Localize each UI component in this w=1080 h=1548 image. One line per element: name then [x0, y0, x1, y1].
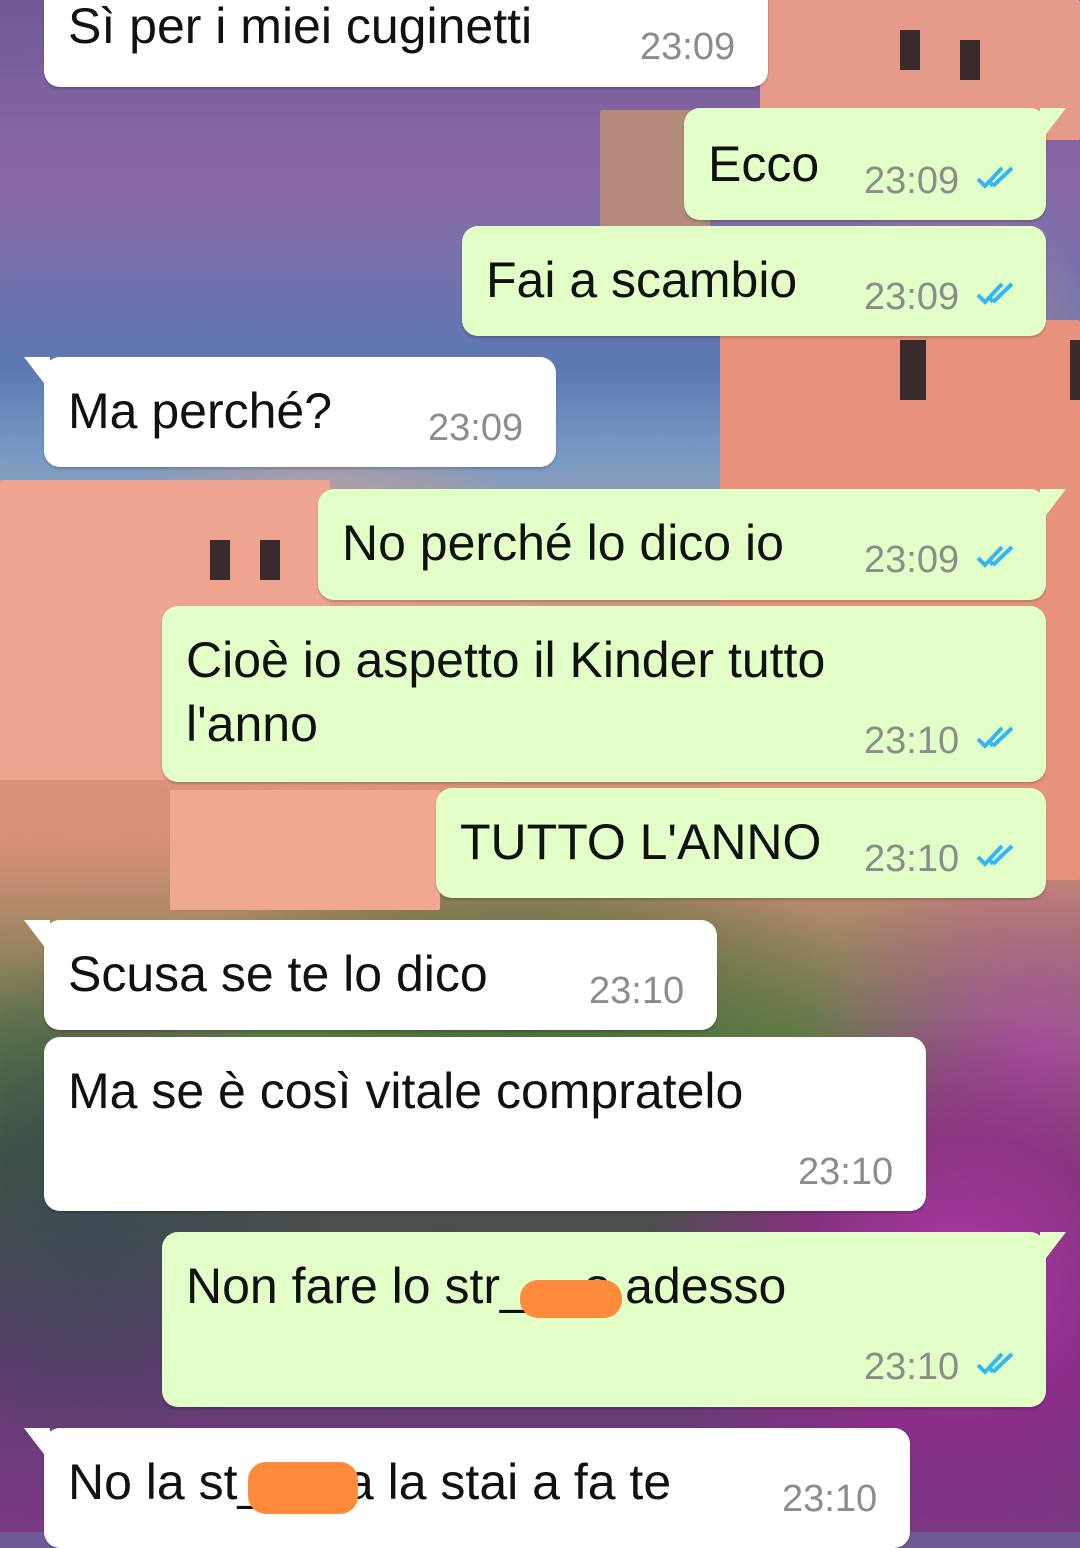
read-ticks-icon [976, 166, 1014, 189]
message-time: 23:09 [640, 26, 736, 68]
message-text: Ma se è così vitale compratelo [68, 1063, 744, 1119]
message-bubble-outgoing[interactable]: Ecco 23:09 [684, 108, 1066, 220]
message-time: 23:09 [864, 539, 960, 581]
read-ticks-icon [976, 1352, 1014, 1375]
wallpaper-window [260, 540, 280, 580]
message-text: Ma perché? [68, 383, 333, 439]
bubble-tail [24, 357, 50, 391]
message-text: No la st___za la stai a fa te [68, 1454, 672, 1510]
message-bubble-incoming[interactable]: Ma se è così vitale compratelo 23:10 [44, 1037, 926, 1211]
bubble-tail [1040, 1232, 1066, 1266]
message-bubble-outgoing[interactable]: Fai a scambio 23:09 [462, 226, 1046, 336]
message-bubble-outgoing[interactable]: No perché lo dico io 23:09 [318, 489, 1066, 600]
message-time: 23:10 [864, 720, 960, 762]
message-bubble-incoming[interactable]: Sì per i miei cuginetti 23:09 [44, 0, 768, 87]
wallpaper-window [900, 30, 920, 70]
wallpaper-window [960, 40, 980, 80]
message-text: Scusa se te lo dico [68, 946, 488, 1002]
message-text-line-1: Cioè io aspetto il Kinder tutto [186, 632, 826, 688]
wallpaper-window [1070, 340, 1080, 400]
wallpaper-building [170, 790, 440, 910]
message-time: 23:10 [798, 1151, 894, 1193]
bubble-tail [24, 920, 50, 954]
message-bubble-incoming[interactable]: Scusa se te lo dico 23:10 [24, 920, 717, 1030]
message-time: 23:09 [428, 407, 524, 449]
wallpaper-window [900, 340, 926, 400]
read-ticks-icon [976, 545, 1014, 568]
redaction-mark [520, 1280, 622, 1318]
message-bubble-outgoing[interactable]: TUTTO L'ANNO 23:10 [436, 788, 1046, 898]
message-text-line-2: l'anno [186, 696, 318, 752]
message-time: 23:10 [589, 970, 685, 1012]
message-time: 23:10 [782, 1478, 878, 1520]
message-text: TUTTO L'ANNO [460, 814, 822, 870]
bubble-tail [1040, 108, 1066, 142]
message-time: 23:09 [864, 160, 960, 202]
wallpaper-window [210, 540, 230, 580]
read-ticks-icon [976, 726, 1014, 749]
message-text: No perché lo dico io [342, 515, 784, 571]
message-text: Non fare lo str___o adesso [186, 1258, 787, 1314]
read-ticks-icon [976, 282, 1014, 305]
redaction-mark [248, 1462, 358, 1514]
message-time: 23:09 [864, 276, 960, 318]
message-text: Ecco [708, 136, 820, 192]
message-time: 23:10 [864, 1346, 960, 1388]
message-bubble-incoming[interactable]: No la st___za la stai a fa te 23:10 [24, 1428, 910, 1548]
message-text: Fai a scambio [486, 252, 798, 308]
message-bubble-incoming[interactable]: Ma perché? 23:09 [24, 357, 556, 467]
message-time: 23:10 [864, 838, 960, 880]
message-bubble-outgoing[interactable]: Non fare lo str___o adesso 23:10 [162, 1232, 1066, 1407]
read-ticks-icon [976, 844, 1014, 867]
message-text: Sì per i miei cuginetti [68, 0, 533, 54]
bubble-tail [24, 1428, 50, 1462]
message-bubble-outgoing[interactable]: Cioè io aspetto il Kinder tutto l'anno 2… [162, 606, 1046, 782]
bubble-tail [1040, 489, 1066, 523]
